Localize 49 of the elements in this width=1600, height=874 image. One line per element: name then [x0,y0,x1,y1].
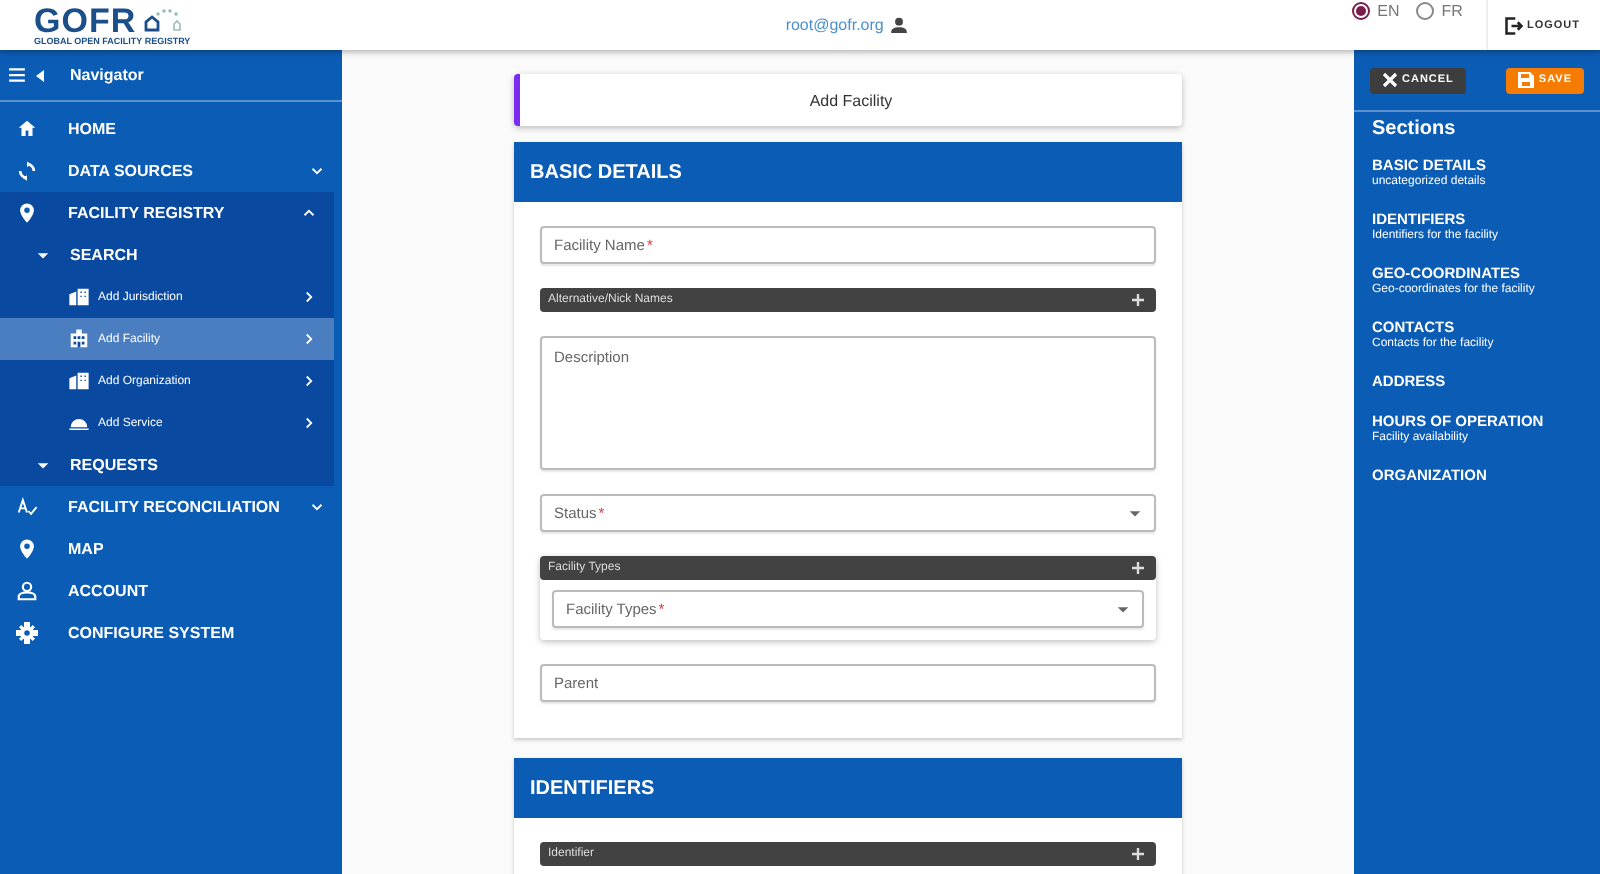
nav-item[interactable]: MAP [0,528,342,570]
buildings-icon [68,370,90,392]
add-icon[interactable] [1130,292,1146,308]
home-icon [16,118,38,140]
nav-item[interactable]: FACILITY REGISTRY [0,192,334,234]
floppy-disk-icon [1518,72,1535,88]
spell-check-icon [16,496,38,518]
person-icon [889,16,908,34]
house-dots-icon [142,8,183,32]
navigator-title: Navigator [70,66,144,84]
chevron-right-icon [300,288,318,306]
menu-icon[interactable] [8,66,26,84]
dropdown-caret-icon [1116,602,1130,616]
location-pin-icon [16,202,38,224]
logo-title: GOFR [34,5,137,35]
language-radio[interactable]: FR [1415,2,1463,20]
form-title: Add Facility [809,91,893,109]
chevron-icon [308,498,326,516]
close-icon [1382,72,1398,88]
nav-item[interactable]: FACILITY RECONCILIATION [0,486,342,528]
nav-subgroup[interactable]: SEARCH [0,234,334,276]
caret-icon [36,458,50,472]
nav-subgroup[interactable]: REQUESTS [0,444,334,486]
location-pin-icon [16,538,38,560]
sections-title: Sections [1370,116,1458,144]
sync-icon [16,160,38,182]
nav-item[interactable]: ACCOUNT [0,570,342,612]
logout-icon [1504,15,1525,35]
chevron-right-icon [300,414,318,432]
nav-item[interactable]: CONFIGURE SYSTEM [0,612,342,654]
user-email: root@gofr.org [785,16,884,34]
caret-icon [36,248,50,262]
settings-icon [16,622,38,644]
section-title: BASIC DETAILS [530,161,682,183]
language-radio[interactable]: EN [1351,2,1400,20]
chevron-right-icon [300,372,318,390]
add-icon[interactable] [1130,846,1146,862]
chevron-right-icon [300,330,318,348]
nav-item[interactable]: HOME [0,108,342,150]
chevron-icon [308,162,326,180]
buildings-icon [68,286,90,308]
add-icon[interactable] [1130,560,1146,576]
nav-item[interactable]: DATA SOURCES [0,150,342,192]
building-icon [68,328,90,350]
collapse-arrow-icon[interactable] [34,67,46,83]
person-icon [16,580,38,602]
chevron-icon [300,204,318,222]
section-title: IDENTIFIERS [530,777,655,799]
dropdown-caret-icon [1128,506,1142,520]
